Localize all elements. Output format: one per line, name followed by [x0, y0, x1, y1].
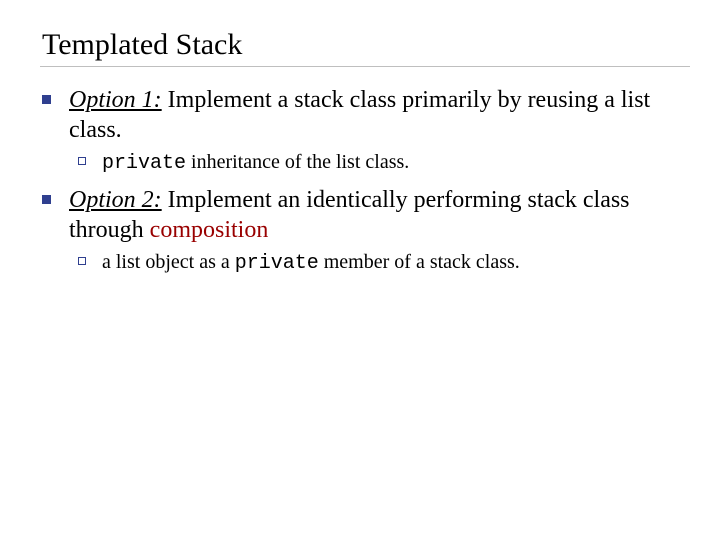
option2-sub-a: a list object as a — [102, 251, 235, 273]
slide-title: Templated Stack — [42, 28, 690, 62]
list-item: Option 1: Implement a stack class primar… — [42, 85, 680, 145]
hollow-square-bullet-icon — [78, 157, 86, 165]
slide: Templated Stack Option 1: Implement a st… — [0, 0, 720, 540]
option2-sub-b: member of a stack class. — [319, 251, 520, 273]
title-rule — [40, 66, 690, 67]
square-bullet-icon — [42, 95, 51, 104]
option1-sub-code: private — [102, 152, 186, 175]
option2-text: Option 2: Implement an identically perfo… — [69, 185, 680, 245]
hollow-square-bullet-icon — [78, 257, 86, 265]
option1-label: Option 1: — [69, 87, 162, 113]
list-item: a list object as a private member of a s… — [78, 249, 680, 277]
list-item: private inheritance of the list class. — [78, 149, 680, 177]
option1-sub-rest: inheritance of the list class. — [186, 151, 409, 173]
square-bullet-icon — [42, 195, 51, 204]
option2-sub: a list object as a private member of a s… — [102, 249, 520, 277]
option2-rest-red: composition — [150, 217, 269, 243]
option2-sub-code: private — [235, 252, 319, 275]
option1-sub: private inheritance of the list class. — [102, 149, 409, 177]
option1-text: Option 1: Implement a stack class primar… — [69, 85, 680, 145]
list-item: Option 2: Implement an identically perfo… — [42, 185, 680, 245]
content-area: Option 1: Implement a stack class primar… — [40, 85, 690, 277]
option2-label: Option 2: — [69, 187, 162, 213]
